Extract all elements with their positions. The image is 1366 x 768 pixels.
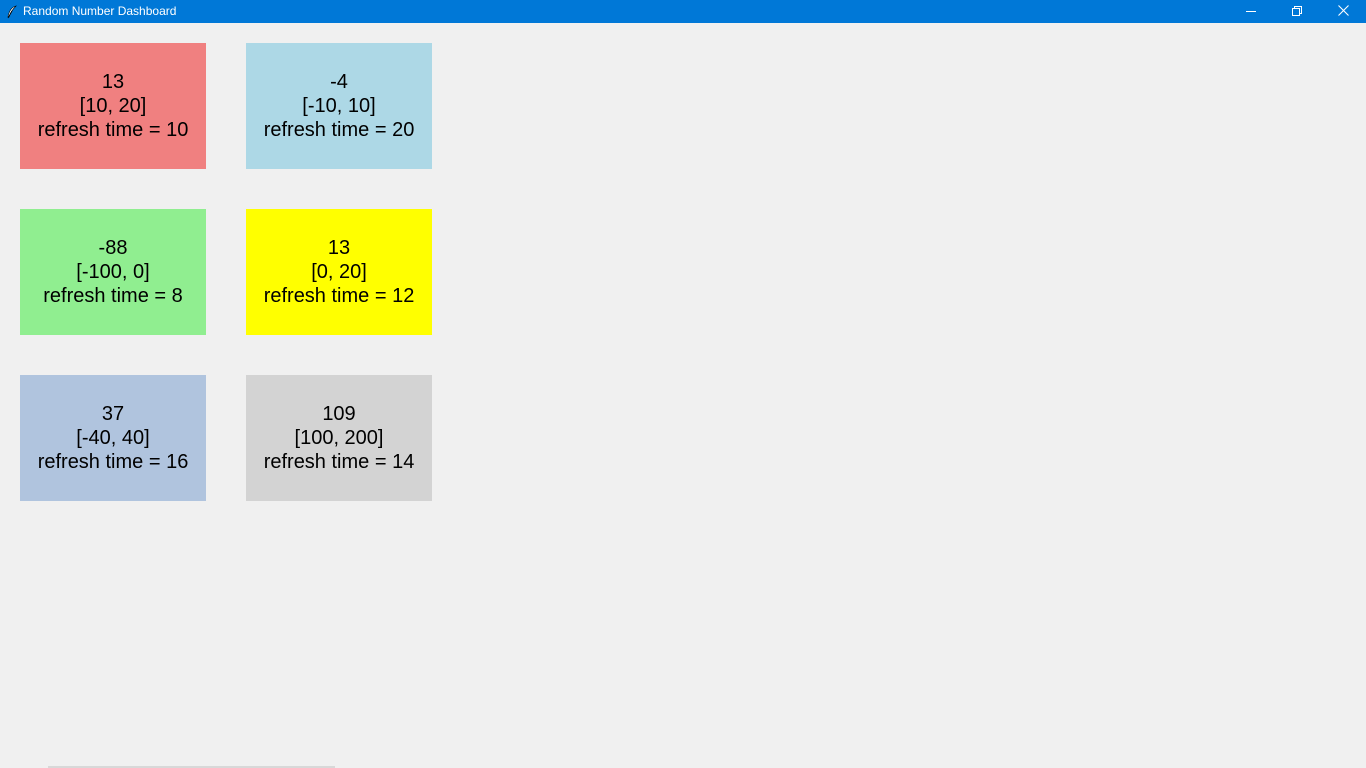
- tile-value: 37: [101, 403, 125, 425]
- tile-value: -88: [98, 237, 128, 259]
- dashboard-area: 13 [10, 20] refresh time = 10 -4 [-10, 1…: [0, 23, 1366, 768]
- tile-refresh-time: refresh time = 12: [263, 285, 415, 307]
- number-tile: 37 [-40, 40] refresh time = 16: [20, 375, 206, 501]
- tile-value: 109: [322, 403, 356, 425]
- tile-range: [-40, 40]: [76, 427, 150, 449]
- tile-refresh-time: refresh time = 20: [263, 119, 415, 141]
- restore-button[interactable]: [1274, 0, 1320, 23]
- close-icon: [1337, 3, 1349, 21]
- tile-value: 13: [101, 71, 125, 93]
- window-title: Random Number Dashboard: [23, 4, 177, 18]
- tile-range: [-100, 0]: [76, 261, 150, 283]
- window-titlebar[interactable]: Random Number Dashboard: [0, 0, 1366, 23]
- tile-value: -4: [330, 71, 348, 93]
- minimize-icon: [1246, 3, 1256, 21]
- tile-range: [100, 200]: [294, 427, 384, 449]
- tile-range: [10, 20]: [79, 95, 147, 117]
- tile-range: [-10, 10]: [302, 95, 376, 117]
- number-tile: 13 [0, 20] refresh time = 12: [246, 209, 432, 335]
- restore-icon: [1292, 3, 1302, 21]
- number-tile: 13 [10, 20] refresh time = 10: [20, 43, 206, 169]
- number-tile: -88 [-100, 0] refresh time = 8: [20, 209, 206, 335]
- feather-icon: [5, 4, 19, 19]
- number-tile: 109 [100, 200] refresh time = 14: [246, 375, 432, 501]
- tile-refresh-time: refresh time = 10: [37, 119, 189, 141]
- tile-range: [0, 20]: [311, 261, 367, 283]
- close-button[interactable]: [1320, 0, 1366, 23]
- window-controls: [1228, 0, 1366, 23]
- number-tile: -4 [-10, 10] refresh time = 20: [246, 43, 432, 169]
- tile-refresh-time: refresh time = 8: [43, 285, 183, 307]
- tile-refresh-time: refresh time = 16: [37, 451, 189, 473]
- tile-value: 13: [327, 237, 351, 259]
- tile-refresh-time: refresh time = 14: [263, 451, 415, 473]
- minimize-button[interactable]: [1228, 0, 1274, 23]
